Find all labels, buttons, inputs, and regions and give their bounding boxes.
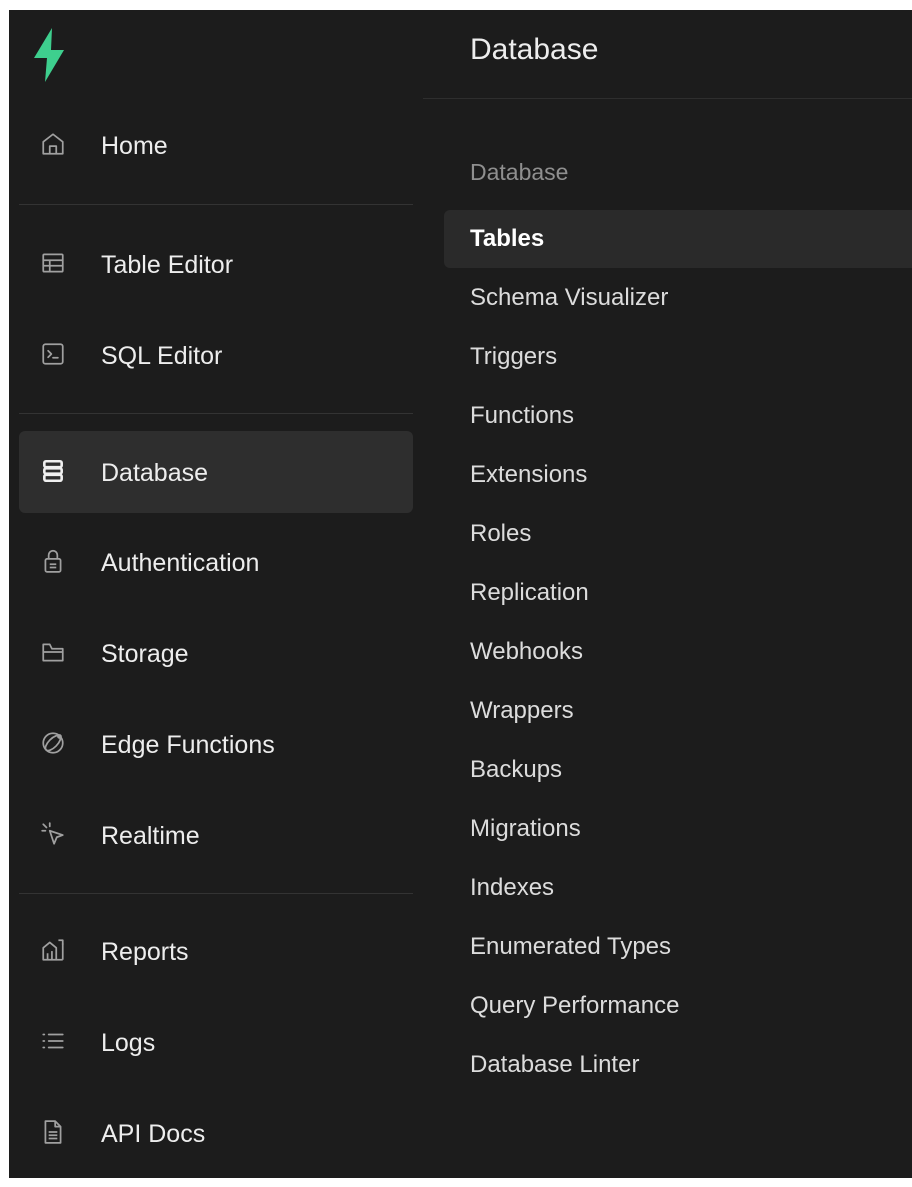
sidebar-divider [19, 204, 413, 205]
chart-icon [40, 937, 66, 963]
sidebar-item-authentication[interactable]: Authentication [19, 521, 413, 603]
sidebar-item-label: Home [101, 132, 168, 160]
sidebar-item-table-editor[interactable]: Table Editor [19, 223, 413, 305]
lock-icon [40, 548, 66, 574]
menu-item-enumerated-types[interactable]: Enumerated Types [444, 918, 912, 976]
menu-item-label: Backups [470, 756, 563, 783]
menu-item-label: Functions [470, 402, 575, 429]
menu-item-wrappers[interactable]: Wrappers [444, 682, 912, 740]
menu-item-indexes[interactable]: Indexes [444, 859, 912, 917]
menu-item-query-performance[interactable]: Query Performance [444, 977, 912, 1035]
menu-item-label: Database Linter [470, 1051, 640, 1078]
sidebar-item-label: Database [101, 459, 209, 487]
menu-item-label: Webhooks [470, 638, 583, 665]
list-icon [40, 1028, 66, 1054]
sidebar-item-realtime[interactable]: Realtime [19, 794, 413, 876]
sidebar-item-label: Reports [101, 938, 189, 966]
sidebar-item-label: SQL Editor [101, 342, 223, 370]
sidebar-item-home[interactable]: Home [19, 104, 413, 186]
terminal-icon [40, 341, 66, 367]
archive-icon [40, 639, 66, 665]
menu-item-label: Indexes [470, 874, 555, 901]
sidebar-item-label: Authentication [101, 549, 260, 577]
menu-item-extensions[interactable]: Extensions [444, 446, 912, 504]
panel-divider [423, 98, 912, 99]
menu-item-webhooks[interactable]: Webhooks [444, 623, 912, 681]
menu-item-label: Migrations [470, 815, 581, 842]
sidebar: Home Table Editor SQL Editor Database Au… [9, 10, 423, 1178]
menu-item-backups[interactable]: Backups [444, 741, 912, 799]
supabase-logo-icon[interactable] [34, 28, 64, 82]
sidebar-item-label: Logs [101, 1029, 156, 1057]
menu-item-label: Schema Visualizer [470, 284, 669, 311]
file-icon [40, 1119, 66, 1145]
panel-title: Database [470, 33, 599, 66]
menu-item-label: Wrappers [470, 697, 574, 724]
home-icon [40, 131, 66, 157]
menu-item-triggers[interactable]: Triggers [444, 328, 912, 386]
section-label: Database [470, 159, 569, 185]
sidebar-item-label: Storage [101, 640, 189, 668]
menu-item-roles[interactable]: Roles [444, 505, 912, 563]
database-submenu-panel: Database Database Tables Schema Visualiz… [423, 10, 912, 1178]
globe-icon [40, 730, 66, 756]
menu-item-label: Triggers [470, 343, 558, 370]
sidebar-item-api-docs[interactable]: API Docs [19, 1092, 413, 1174]
menu-item-label: Replication [470, 579, 589, 606]
sidebar-item-label: Realtime [101, 822, 200, 850]
menu-item-label: Query Performance [470, 992, 680, 1019]
menu-item-schema-visualizer[interactable]: Schema Visualizer [444, 269, 912, 327]
sidebar-item-sql-editor[interactable]: SQL Editor [19, 314, 413, 396]
table-icon [40, 250, 66, 276]
sidebar-item-label: Table Editor [101, 251, 234, 279]
sidebar-item-reports[interactable]: Reports [19, 910, 413, 992]
menu-item-label: Enumerated Types [470, 933, 672, 960]
database-icon [40, 458, 66, 484]
app-window: Home Table Editor SQL Editor Database Au… [9, 10, 912, 1178]
menu-item-label: Tables [470, 225, 545, 252]
sidebar-divider [19, 893, 413, 894]
sidebar-item-logs[interactable]: Logs [19, 1001, 413, 1083]
menu-item-migrations[interactable]: Migrations [444, 800, 912, 858]
menu-item-functions[interactable]: Functions [444, 387, 912, 445]
sidebar-divider [19, 413, 413, 414]
menu-item-label: Extensions [470, 461, 588, 488]
sidebar-item-database[interactable]: Database [19, 431, 413, 513]
menu-item-label: Roles [470, 520, 532, 547]
sidebar-item-storage[interactable]: Storage [19, 612, 413, 694]
sidebar-item-edge-functions[interactable]: Edge Functions [19, 703, 413, 785]
cursor-icon [40, 821, 66, 847]
menu-item-database-linter[interactable]: Database Linter [444, 1036, 912, 1094]
menu-item-tables[interactable]: Tables [444, 210, 912, 268]
sidebar-item-label: Edge Functions [101, 731, 275, 759]
menu-item-replication[interactable]: Replication [444, 564, 912, 622]
sidebar-item-label: API Docs [101, 1120, 206, 1148]
